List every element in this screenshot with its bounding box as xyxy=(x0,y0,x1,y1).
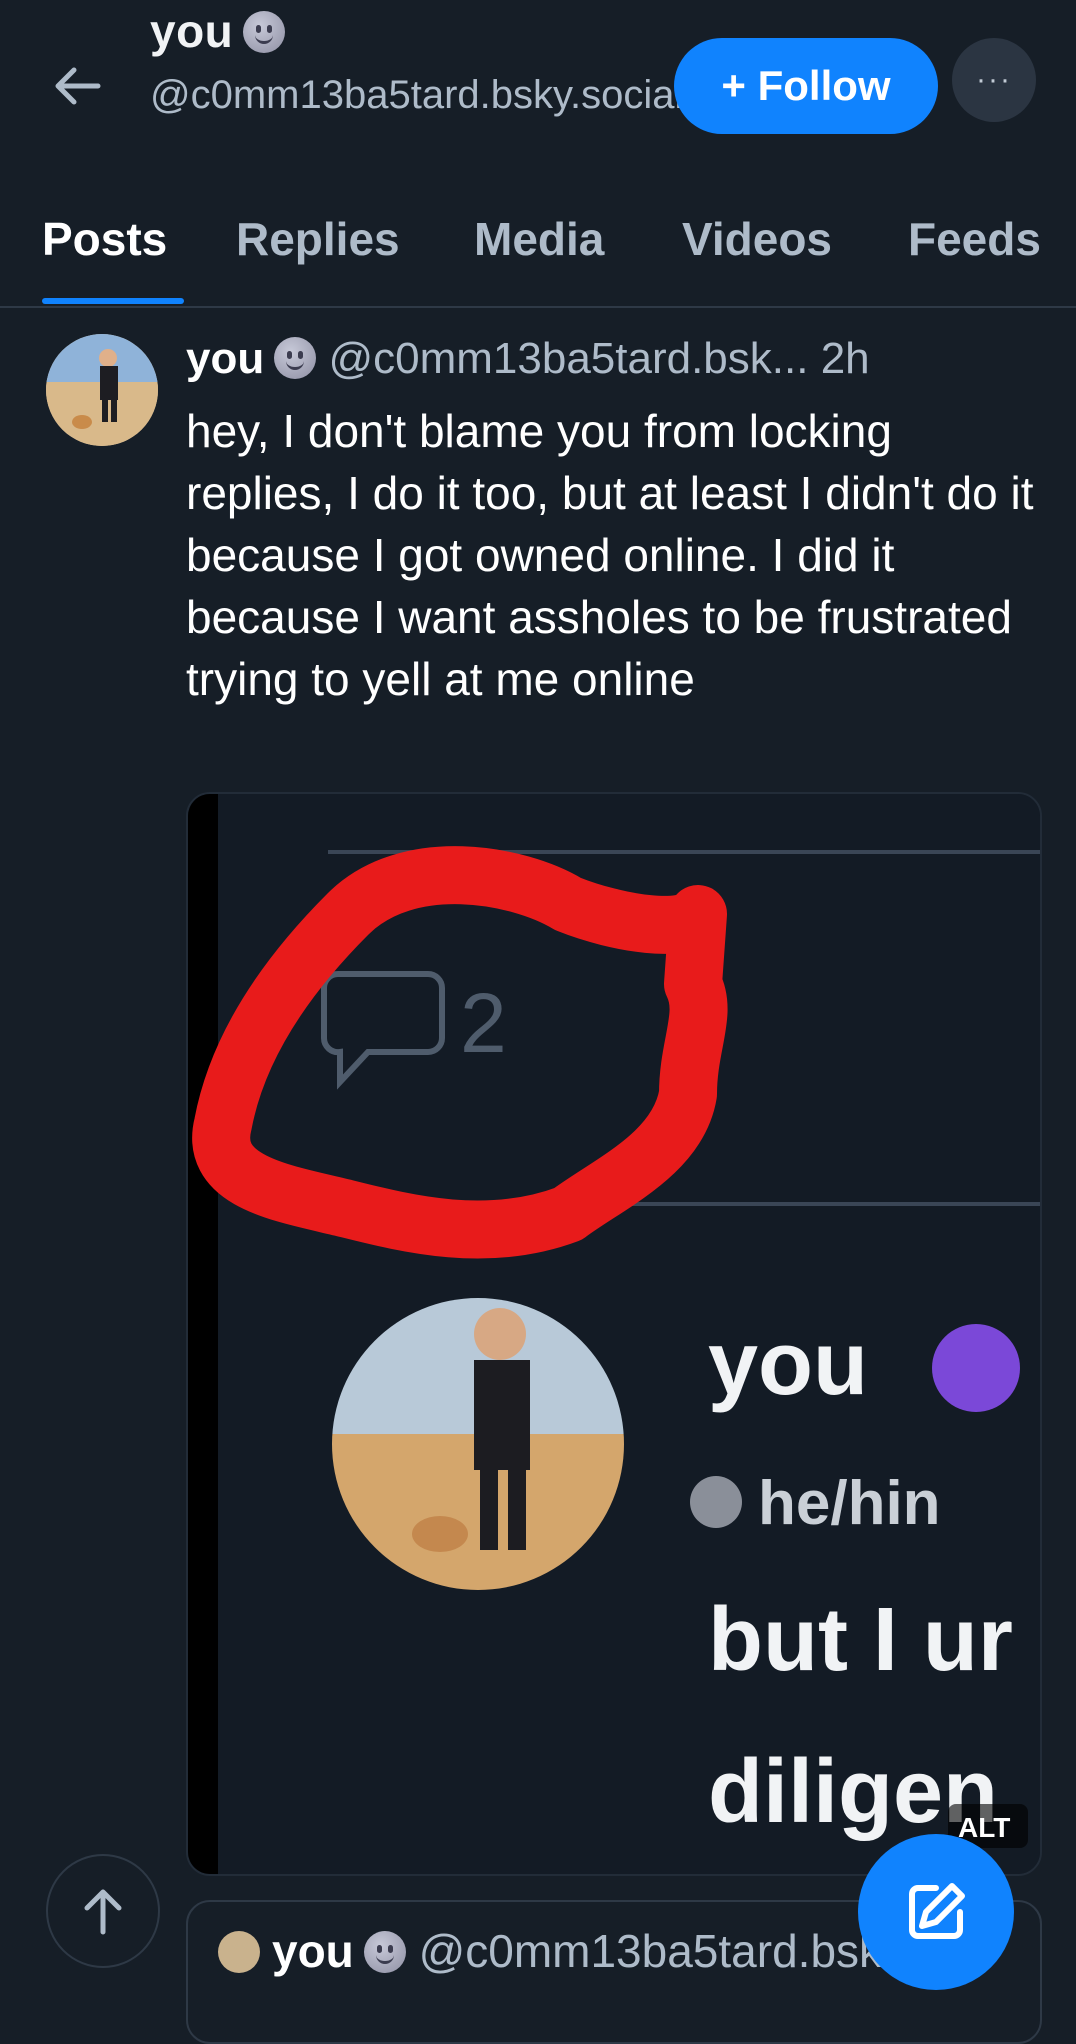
more-icon[interactable]: ··· xyxy=(952,38,1036,122)
display-name: you xyxy=(150,5,234,57)
tab-videos[interactable]: Videos xyxy=(682,212,832,266)
compose-icon xyxy=(909,1883,965,1939)
tab-media[interactable]: Media xyxy=(474,212,604,266)
active-tab-indicator xyxy=(42,298,184,304)
post-author[interactable]: you xyxy=(186,334,264,383)
profile-tabs: Posts Replies Media Videos Feeds xyxy=(0,194,1076,308)
tab-replies[interactable]: Replies xyxy=(236,212,400,266)
next-post-author[interactable]: you xyxy=(272,1925,354,1977)
next-post-header: you @c0mm13ba5tard.bsk xyxy=(218,1924,882,1978)
tab-posts[interactable]: Posts xyxy=(42,212,167,266)
embed-name: you xyxy=(708,1314,868,1414)
avatar[interactable] xyxy=(218,1931,260,1973)
profile-handle: @c0mm13ba5tard.bsky.social xyxy=(150,73,684,117)
back-arrow-icon xyxy=(55,67,101,105)
post-header: you @c0mm13ba5tard.bsk... 2h xyxy=(186,334,1046,384)
scroll-to-top-button[interactable] xyxy=(46,1854,160,1968)
embed-reply-count: 2 xyxy=(460,976,507,1070)
follow-button[interactable]: + Follow xyxy=(674,38,938,134)
post-handle[interactable]: @c0mm13ba5tard.bsk... xyxy=(328,334,808,383)
back-button[interactable] xyxy=(48,62,112,110)
next-post-handle[interactable]: @c0mm13ba5tard.bsk xyxy=(419,1925,882,1977)
moon-face-emoji-icon xyxy=(363,1931,406,1973)
embed-line-1: but I ur xyxy=(708,1590,1013,1690)
post-time[interactable]: 2h xyxy=(821,334,870,383)
post-image[interactable]: 2 you he/hin but I ur diligen ALT xyxy=(186,792,1042,1876)
embed-pronouns: he/hin xyxy=(758,1469,941,1538)
profile-title: you xyxy=(150,4,286,58)
moon-face-emoji-icon xyxy=(274,337,317,379)
post-text: hey, I don't blame you from locking repl… xyxy=(186,405,1034,705)
compose-button[interactable] xyxy=(858,1834,1014,1990)
profile-header: you @c0mm13ba5tard.bsky.social + Follow … xyxy=(0,0,1076,180)
moon-face-emoji-icon xyxy=(243,11,286,53)
avatar[interactable] xyxy=(46,334,158,446)
alt-badge: ALT xyxy=(958,1812,1010,1843)
arrow-up-icon xyxy=(84,1889,122,1935)
tab-feeds[interactable]: Feeds xyxy=(908,212,1041,266)
